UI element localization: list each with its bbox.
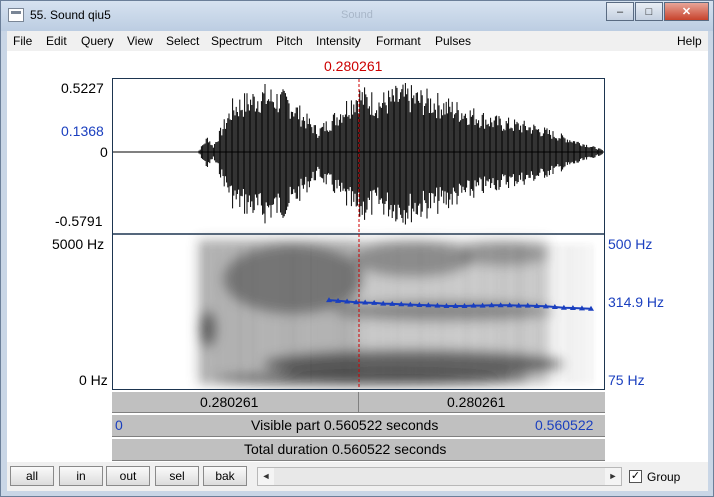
minimize-button[interactable]: – xyxy=(606,2,634,21)
spectrogram-min-frequency-label: 0 Hz xyxy=(79,372,108,388)
waveform xyxy=(198,82,603,225)
signal-svg xyxy=(113,79,604,389)
menu-formant[interactable]: Formant xyxy=(376,34,421,48)
right-segment-duration[interactable]: 0.280261 xyxy=(447,394,505,410)
menu-edit[interactable]: Edit xyxy=(46,34,67,48)
menu-intensity[interactable]: Intensity xyxy=(316,34,361,48)
close-button[interactable]: ✕ xyxy=(664,2,709,21)
menu-pitch[interactable]: Pitch xyxy=(276,34,303,48)
menu-help[interactable]: Help xyxy=(677,34,702,48)
pitch-min-label: 75 Hz xyxy=(608,372,645,388)
selection-time-bar[interactable]: 0.280261 0.280261 xyxy=(112,391,605,413)
pitch-current-label: 314.9 Hz xyxy=(608,294,665,310)
zoom-in-button[interactable]: in xyxy=(59,466,103,486)
menu-select[interactable]: Select xyxy=(166,34,199,48)
zoom-out-button[interactable]: out xyxy=(106,466,150,486)
horizontal-scrollbar[interactable]: ◄ ► xyxy=(257,467,622,486)
waveform-zero-label: 0 xyxy=(100,144,108,160)
cursor-time-label: 0.280261 xyxy=(324,58,383,74)
visible-start-time: 0 xyxy=(115,417,123,433)
zoom-all-button[interactable]: all xyxy=(10,466,54,486)
menu-view[interactable]: View xyxy=(127,34,153,48)
background-window-title: Sound xyxy=(341,9,373,21)
menu-query[interactable]: Query xyxy=(81,34,114,48)
visible-part-bar[interactable]: 0 Visible part 0.560522 seconds 0.560522 xyxy=(112,414,605,437)
signal-panel[interactable] xyxy=(112,78,605,390)
scroll-left-icon[interactable]: ◄ xyxy=(258,468,274,485)
waveform-min-label: -0.5791 xyxy=(55,213,103,229)
title-bar[interactable]: 55. Sound qiu5 Sound – □ ✕ xyxy=(1,1,713,31)
group-label: Group xyxy=(647,470,681,484)
left-segment-duration[interactable]: 0.280261 xyxy=(200,394,258,410)
total-duration-bar[interactable]: Total duration 0.560522 seconds xyxy=(112,438,605,461)
total-duration-label[interactable]: Total duration 0.560522 seconds xyxy=(244,441,446,457)
waveform-max-label: 0.5227 xyxy=(61,80,104,96)
menu-file[interactable]: File xyxy=(13,34,32,48)
visible-part-label[interactable]: Visible part 0.560522 seconds xyxy=(251,417,438,433)
pitch-max-label: 500 Hz xyxy=(608,236,653,252)
praat-sound-window: 55. Sound qiu5 Sound – □ ✕ File Edit Que… xyxy=(0,0,714,497)
spectrogram-max-frequency-label: 5000 Hz xyxy=(52,236,105,252)
zoom-selection-button[interactable]: sel xyxy=(155,466,199,486)
zoom-back-button[interactable]: bak xyxy=(203,466,247,486)
group-checkbox[interactable]: ✓ xyxy=(629,470,642,483)
waveform-cursor-value-label: 0.1368 xyxy=(61,123,104,139)
maximize-button[interactable]: □ xyxy=(635,2,663,21)
spectrogram xyxy=(198,239,592,386)
scroll-right-icon[interactable]: ► xyxy=(605,468,621,485)
bottom-toolbar: all in out sel bak ◄ ► ✓ Group xyxy=(7,462,708,491)
menu-pulses[interactable]: Pulses xyxy=(435,34,471,48)
visible-end-time: 0.560522 xyxy=(535,417,594,433)
menu-spectrum[interactable]: Spectrum xyxy=(211,34,262,48)
window-icon xyxy=(8,8,24,22)
window-title: 55. Sound qiu5 xyxy=(30,8,111,22)
menu-bar: File Edit Query View Select Spectrum Pit… xyxy=(7,31,708,51)
